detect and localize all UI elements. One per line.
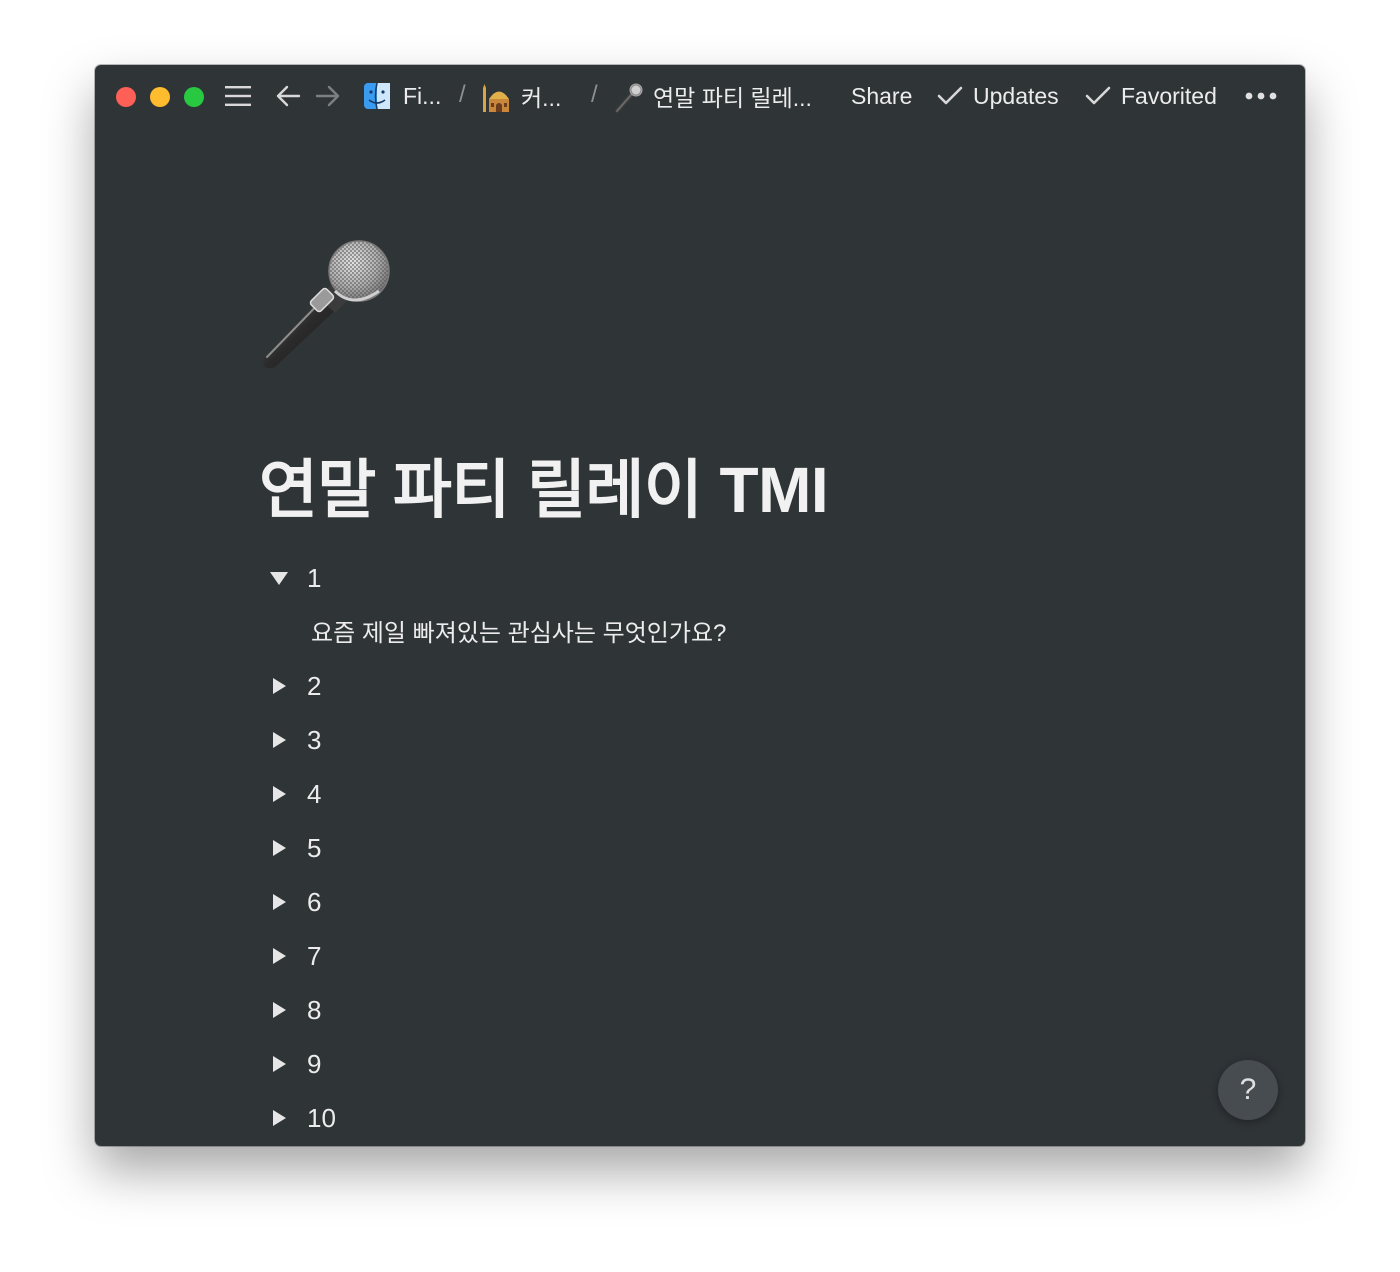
triangle-right-icon xyxy=(273,894,286,910)
toggle-label[interactable]: 3 xyxy=(307,725,321,756)
triangle-right-icon xyxy=(273,840,286,856)
toggle-button[interactable] xyxy=(265,942,293,970)
toggle-label[interactable]: 9 xyxy=(307,1049,321,1080)
triangle-right-icon xyxy=(273,786,286,802)
toggle-button[interactable] xyxy=(265,1050,293,1078)
toggle-label[interactable]: 2 xyxy=(307,671,321,702)
toggle-button[interactable] xyxy=(265,564,293,592)
toggle-button[interactable] xyxy=(265,1104,293,1132)
toggle-block-8: 8 xyxy=(265,990,321,1030)
toggle-button[interactable] xyxy=(265,726,293,754)
page-title[interactable]: 연말 파티 릴레이 TMI xyxy=(259,439,829,531)
titlebar: Fi... / 커... / 연말 파티 릴레... Share Updates… xyxy=(95,65,1305,127)
toggle-block-1: 1 xyxy=(265,558,321,598)
toggle-block-7: 7 xyxy=(265,936,321,976)
hamburger-icon xyxy=(225,86,251,106)
favorited-button[interactable]: Favorited xyxy=(1085,79,1217,113)
triangle-right-icon xyxy=(273,678,286,694)
breadcrumb-label: 연말 파티 릴레... xyxy=(653,85,812,111)
toggle-label[interactable]: 10 xyxy=(307,1103,336,1134)
microphone-icon xyxy=(263,240,390,369)
minimize-window-button[interactable] xyxy=(150,87,170,107)
finder-icon xyxy=(363,82,391,110)
arrow-left-icon xyxy=(276,85,301,107)
maximize-window-button[interactable] xyxy=(184,87,204,107)
favorited-label: Favorited xyxy=(1121,82,1217,109)
toggle-label[interactable]: 8 xyxy=(307,995,321,1026)
mosque-icon xyxy=(481,82,509,112)
updates-label: Updates xyxy=(973,82,1059,109)
microphone-icon xyxy=(613,82,643,114)
checkmark-icon xyxy=(937,86,963,105)
more-dots-icon xyxy=(1245,92,1277,100)
breadcrumb-separator: / xyxy=(459,81,466,108)
toggle-button[interactable] xyxy=(265,834,293,862)
arrow-right-icon xyxy=(315,85,340,107)
breadcrumb-label: Fi... xyxy=(403,82,442,109)
breadcrumb-item-1[interactable]: Fi... xyxy=(363,79,441,113)
forward-button[interactable] xyxy=(313,81,343,111)
page-icon[interactable] xyxy=(257,233,397,373)
triangle-right-icon xyxy=(273,1056,286,1072)
toggle-label[interactable]: 4 xyxy=(307,779,321,810)
more-options-button[interactable] xyxy=(1243,81,1279,111)
triangle-right-icon xyxy=(273,732,286,748)
updates-button[interactable]: Updates xyxy=(937,79,1059,113)
triangle-right-icon xyxy=(273,1110,286,1126)
triangle-right-icon xyxy=(273,1002,286,1018)
breadcrumb-separator: / xyxy=(591,81,598,108)
toggle-button[interactable] xyxy=(265,888,293,916)
toggle-button[interactable] xyxy=(265,672,293,700)
app-window: Fi... / 커... / 연말 파티 릴레... Share Updates… xyxy=(95,65,1305,1146)
toggle-block-10: 10 xyxy=(265,1098,336,1138)
sidebar-toggle-button[interactable] xyxy=(223,83,253,109)
share-button[interactable]: Share xyxy=(851,79,912,113)
help-button[interactable]: ? xyxy=(1218,1060,1278,1120)
close-window-button[interactable] xyxy=(116,87,136,107)
toggle-label[interactable]: 1 xyxy=(307,563,321,594)
toggle-block-9: 9 xyxy=(265,1044,321,1084)
breadcrumb-item-3[interactable]: 연말 파티 릴레... xyxy=(613,79,812,114)
toggle-block-2: 2 xyxy=(265,666,321,706)
breadcrumb-item-2[interactable]: 커... xyxy=(481,79,561,113)
toggle-button[interactable] xyxy=(265,780,293,808)
toggle-content-text[interactable]: 요즘 제일 빠져있는 관심사는 무엇인가요? xyxy=(311,613,726,648)
toggle-block-3: 3 xyxy=(265,720,321,760)
toggle-block-5: 5 xyxy=(265,828,321,868)
toggle-label[interactable]: 6 xyxy=(307,887,321,918)
breadcrumb-label: 커... xyxy=(521,85,562,111)
toggle-block-6: 6 xyxy=(265,882,321,922)
back-button[interactable] xyxy=(273,81,303,111)
triangle-down-icon xyxy=(270,572,288,585)
triangle-right-icon xyxy=(273,948,286,964)
toggle-label[interactable]: 5 xyxy=(307,833,321,864)
toggle-block-4: 4 xyxy=(265,774,321,814)
checkmark-icon xyxy=(1085,86,1111,105)
toggle-label[interactable]: 7 xyxy=(307,941,321,972)
toggle-button[interactable] xyxy=(265,996,293,1024)
